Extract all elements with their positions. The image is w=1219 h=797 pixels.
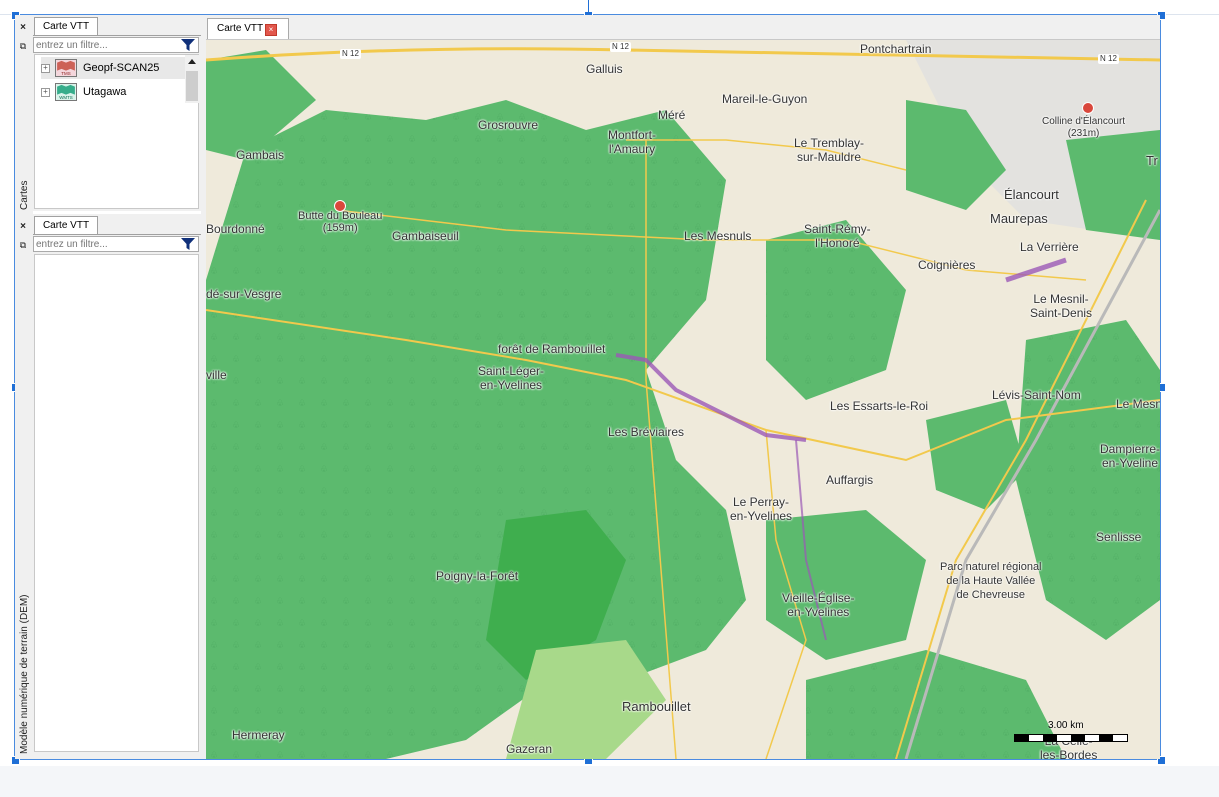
filter-input[interactable] [34,237,178,251]
place-senlisse[interactable]: Senlisse [1096,530,1141,544]
place-le-mesnil-saint-denis[interactable]: Le Mesnil- Saint-Denis [1030,292,1092,320]
map-tms-icon: TMS [55,59,77,77]
cartes-tabbar: Carte VTT [33,15,201,36]
tree-item-utagawa[interactable]: + WMTS Utagawa [41,81,191,103]
tree-item-label: Utagawa [83,86,127,98]
place-foret-de-rambouillet[interactable]: forêt de Rambouillet [498,342,605,356]
place-mere[interactable]: Méré [658,108,685,122]
filter-input[interactable] [34,38,178,52]
tree-scrollbar[interactable] [185,55,199,103]
place-dampierre-en-yvelines[interactable]: Dampierre- en-Yveline [1100,442,1160,470]
place-elancourt[interactable]: Élancourt [1004,188,1059,202]
place-butte-du-bouleau[interactable]: Butte du Bouleau (159m) [298,210,382,234]
place-le-perray-en-yvelines[interactable]: Le Perray- en-Yvelines [730,495,792,523]
place-les-mesnuls[interactable]: Les Mesnuls [684,229,751,243]
place-jouars-pontchartrain[interactable]: Jouars- Pontchartrain [860,40,931,56]
close-icon[interactable]: × [18,23,28,33]
place-bourdonne[interactable]: Bourdonné [206,222,265,236]
tab-carte-vtt[interactable]: Carte VTT [34,216,98,234]
status-area [0,766,1219,797]
place-vieille-eglise-en-yvelines[interactable]: Vieille-Église- en-Yvelines [782,591,854,619]
place-coignieres[interactable]: Coignières [918,258,975,272]
layer-tree: + TMS Geopf-SCAN25 + WMTS Utagawa [34,54,199,209]
place-le-mesnil[interactable]: Le Mesn [1116,397,1160,411]
place-la-verriere[interactable]: La Verrière [1020,240,1079,254]
tree-item-geopf-scan25[interactable]: + TMS Geopf-SCAN25 [41,57,191,79]
map-wmts-icon: WMTS [55,83,77,101]
place-grosrouvre[interactable]: Grosrouvre [478,118,538,132]
filter-funnel-icon[interactable] [181,237,195,251]
tab-label: Carte VTT [217,23,264,34]
place-le-tremblay-sur-mauldre[interactable]: Le Tremblay- sur-Mauldre [794,136,864,164]
place-les-essarts-le-roi[interactable]: Les Essarts-le-Roi [830,399,928,413]
place-les-breviaires[interactable]: Les Bréviaires [608,425,684,439]
filter-field[interactable] [33,236,199,252]
place-levis-saint-nom[interactable]: Lévis-Saint-Nom [992,388,1081,402]
peak-marker-icon[interactable] [1082,102,1094,114]
road-label: N 12 [610,42,631,52]
filter-funnel-icon[interactable] [181,38,195,52]
restore-icon[interactable]: ⧉ [18,41,28,51]
panel-side-label-cartes[interactable]: Cartes [19,181,30,210]
map-canvas[interactable]: ♧ N 12 N 12 N [206,40,1160,759]
place-poigny-la-foret[interactable]: Poigny-la-Forêt [436,569,518,583]
expand-icon[interactable]: + [41,64,50,73]
dem-list [34,254,199,752]
tree-item-label: Geopf-SCAN25 [83,62,160,74]
close-tab-icon[interactable]: × [265,24,277,36]
tab-carte-vtt[interactable]: Carte VTT [34,17,98,35]
place-gambais[interactable]: Gambais [236,148,284,162]
place-rambouillet[interactable]: Rambouillet [622,700,691,714]
map-icon-caption: TMS [61,71,70,76]
place-mareil-le-guyon[interactable]: Mareil-le-Guyon [722,92,807,106]
place-saint-remy-lhonore[interactable]: Saint-Rémy- l'Honoré [804,222,871,250]
road-label: N 12 [1098,54,1119,64]
expand-icon[interactable]: + [41,88,50,97]
scale-bar [1014,734,1128,742]
scroll-thumb[interactable] [186,71,198,101]
place-maurepas[interactable]: Maurepas [990,212,1048,226]
dem-tabbar: Carte VTT [33,214,201,235]
place-colline-delancourt[interactable]: Colline d'Élancourt (231m) [1042,116,1125,140]
place-galluis[interactable]: Galluis [586,62,623,76]
restore-icon[interactable]: ⧉ [18,240,28,250]
place-gambaiseuil[interactable]: Gambaiseuil [392,229,459,243]
road-label: N 12 [340,49,361,59]
place-ville[interactable]: ville [206,368,227,382]
place-gazeran[interactable]: Gazeran [506,742,552,756]
place-auffargis[interactable]: Auffargis [826,473,873,487]
place-hermeray[interactable]: Hermeray [232,728,285,742]
filter-field[interactable] [33,37,199,53]
map-tabbar: Carte VTT × [206,15,1160,40]
scroll-up-icon[interactable] [188,59,196,64]
place-saint-leger-en-yvelines[interactable]: Saint-Léger- en-Yvelines [478,364,544,392]
map-icon-caption: WMTS [59,95,73,100]
tab-carte-vtt-map[interactable]: Carte VTT × [207,18,289,39]
anchor-line [588,0,589,12]
place-montfort-lamaury[interactable]: Montfort- l'Amaury [608,128,656,156]
place-trappes[interactable]: Tr [1146,154,1158,168]
close-icon[interactable]: × [18,222,28,232]
panel-side-label-dem[interactable]: Modèle numérique de terrain (DEM) [19,594,30,754]
place-conde-sur-vesgre[interactable]: dé-sur-Vesgre [206,287,281,301]
place-parc-naturel-regional[interactable]: Parc naturel régional de la Haute Vallée… [940,560,1042,602]
scale-label: 3.00 km [1048,720,1084,731]
